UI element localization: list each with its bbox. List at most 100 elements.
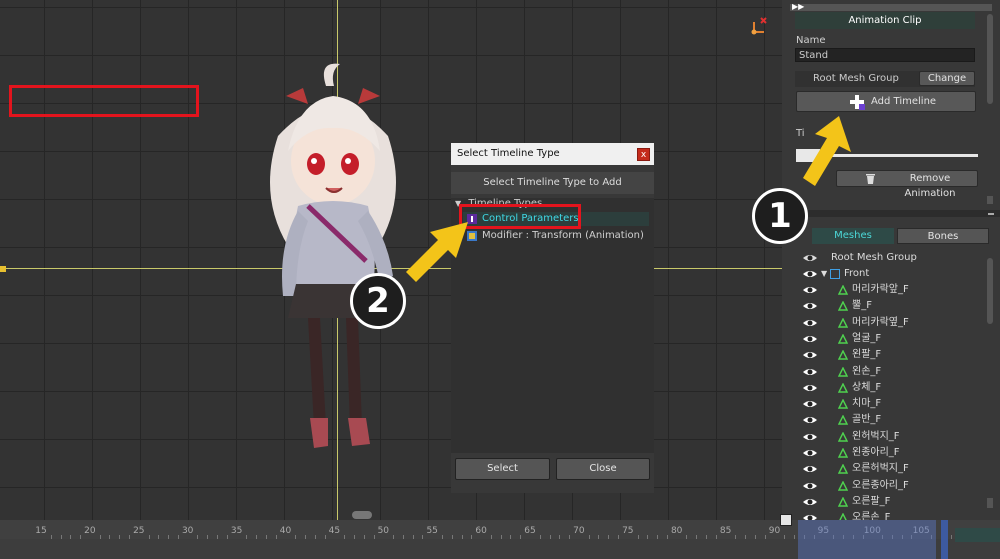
tree-row-mesh[interactable]: 오른팔_F [782,494,982,510]
panel-scrollbar-bottom-end[interactable] [987,498,993,508]
tree-row-mesh[interactable]: 뿔_F [782,298,982,314]
dialog-titlebar[interactable]: Select Timeline Type x [451,143,654,165]
tree-mesh-label: 오른허벅지_F [852,463,909,475]
tree-mesh-label: 치마_F [852,398,882,410]
tree-row-mesh[interactable]: 왼허벅지_F [782,429,982,445]
tree-mesh-label: 머리카락옆_F [852,316,909,328]
remove-animation-label: Remove Animation [904,173,956,199]
name-label: Name [796,35,826,46]
panel-scrollbar-bottom[interactable] [987,258,993,324]
select-button[interactable]: Select [455,458,550,480]
visibility-eye-icon[interactable] [802,251,818,265]
tree-mesh-label: 골반_F [852,414,882,426]
mesh-icon [837,284,849,295]
visibility-eye-icon[interactable] [802,365,818,379]
visibility-eye-icon[interactable] [802,495,818,509]
visibility-eye-icon[interactable] [802,413,818,427]
add-timeline-button[interactable]: Add Timeline [796,91,976,112]
tree-row-mesh[interactable]: 왼손_F [782,364,982,380]
tree-root-label: Root Mesh Group [831,252,917,263]
visibility-eye-icon[interactable] [802,479,818,493]
visibility-eye-icon[interactable] [802,381,818,395]
transform-gizmo-icon[interactable] [748,16,770,38]
select-timeline-dialog: Select Timeline Type x Select Timeline T… [451,143,654,493]
list-item-modifier-transform[interactable]: Modifier : Transform (Animation) [463,229,649,243]
visibility-eye-icon[interactable] [802,283,818,297]
mesh-icon [837,447,849,458]
add-timeline-highlight [9,85,199,117]
close-button[interactable]: Close [556,458,650,480]
clip-name-field[interactable]: Stand [795,48,975,62]
mesh-icon [837,431,849,442]
timeline-tick-label: 50 [377,526,390,536]
tree-mesh-label: 왼팔_F [852,349,882,361]
visibility-eye-icon[interactable] [802,462,818,476]
mesh-icon [837,317,849,328]
tree-row-mesh[interactable]: 오른종아리_F [782,478,982,494]
timeline-cursor[interactable] [941,520,948,559]
timeline-tick-label: 55 [426,526,438,536]
tree-row-mesh[interactable]: 오른허벅지_F [782,461,982,477]
tab-meshes[interactable]: Meshes [812,228,894,244]
tree-row-group[interactable]: ▼ Front [782,266,982,282]
mesh-icon [837,480,849,491]
panel-scrollbar-top-end[interactable] [987,196,993,204]
tree-mesh-label: 얼굴_F [852,332,882,344]
arrow-2-icon [406,222,468,282]
remove-animation-button[interactable]: Remove Animation [836,170,978,199]
timeline-selection [798,520,936,559]
timeline-tick-label: 25 [133,526,145,536]
tab-bones[interactable]: Bones [897,228,989,244]
panel-scrollbar-top[interactable] [987,14,993,104]
timeline-bar[interactable]: 15 20 25 30 35 40 45 50 55 60 65 70 75 80 85 90 95 100 105 [0,520,1000,559]
timeline-tick-label: 80 [670,526,683,536]
tree-row-root[interactable]: Root Mesh Group [782,250,982,266]
root-mesh-group-label: Root Mesh Group [813,73,899,84]
tree-row-mesh[interactable]: 왼종아리_F [782,445,982,461]
visibility-eye-icon[interactable] [802,397,818,411]
arrow-1-icon [803,116,851,186]
tree-row-mesh[interactable]: 머리카락옆_F [782,315,982,331]
add-timeline-label: Add Timeline [871,96,937,107]
dialog-close-icon[interactable]: x [637,148,650,161]
tree-mesh-label: 오른팔_F [852,495,891,507]
mesh-icon [837,382,849,393]
expand-chevron-icon[interactable]: ▶▶ [792,2,804,11]
visibility-eye-icon[interactable] [802,430,818,444]
scene-viewport[interactable] [0,0,782,520]
tree-row-mesh[interactable]: 얼굴_F [782,331,982,347]
timeline-toggle-icon[interactable] [780,514,792,526]
visibility-eye-icon[interactable] [802,332,818,346]
timeline-tick-label: 40 [279,526,292,536]
expand-arrow-icon[interactable]: ▼ [821,266,827,282]
trash-icon [865,173,876,184]
timeline-tick-label: 60 [475,526,487,536]
timeline-side-field[interactable] [955,528,1000,542]
mesh-icon [837,300,849,311]
timeline-tick-label: 70 [573,526,585,536]
tree-mesh-label: 머리카락앞_F [852,284,909,295]
tree-row-mesh[interactable]: 골반_F [782,412,982,428]
minimize-icon[interactable] [988,213,994,215]
mesh-icon [837,333,849,344]
visibility-eye-icon[interactable] [802,316,818,330]
tree-row-mesh[interactable]: 머리카락앞_F [782,282,982,298]
modifier-transform-label: Modifier : Transform (Animation) [482,230,644,241]
tree-mesh-label: 왼종아리_F [852,447,900,458]
panel-topbar[interactable]: ▶▶ [790,2,992,11]
change-button[interactable]: Change [919,71,975,86]
viewport-scroll-handle[interactable] [352,511,372,519]
step-2-badge: 2 [350,273,406,329]
mesh-icon [837,349,849,360]
visibility-eye-icon[interactable] [802,267,818,281]
tree-row-mesh[interactable]: 치마_F [782,396,982,412]
tree-row-mesh[interactable]: 상체_F [782,380,982,396]
visibility-eye-icon[interactable] [802,348,818,362]
tree-row-mesh[interactable]: 왼팔_F [782,347,982,363]
panel-divider[interactable] [782,210,1000,217]
mesh-icon [837,463,849,474]
timeline-tick-label: 85 [719,526,732,536]
visibility-eye-icon[interactable] [802,446,818,460]
visibility-eye-icon[interactable] [802,299,818,313]
timeline-tick-label: 90 [768,526,781,536]
